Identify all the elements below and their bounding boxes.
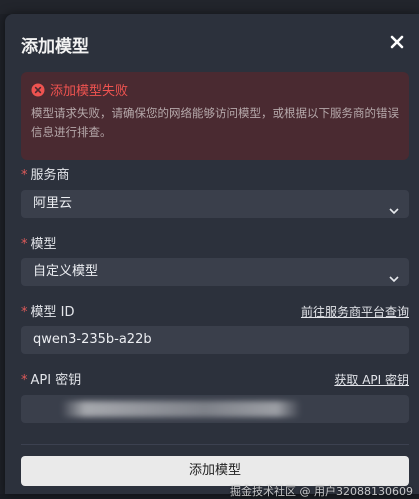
model-label-text: 模型 [30, 237, 57, 252]
api-key-label-text: API 密钥 [30, 373, 82, 388]
api-key-input[interactable] [21, 395, 409, 423]
alert-title: 添加模型失败 [50, 84, 129, 99]
add-model-button[interactable]: 添加模型 [21, 456, 409, 486]
provider-console-link[interactable]: 前往服务商平台查询 [301, 303, 409, 320]
model-id-label: * 模型 ID [21, 301, 74, 320]
chevron-down-icon [389, 199, 399, 215]
provider-label: * 服务商 [21, 164, 70, 183]
close-icon[interactable] [386, 31, 408, 53]
error-circle-icon [31, 82, 45, 97]
required-mark: * [21, 373, 28, 388]
provider-label-text: 服务商 [30, 168, 70, 183]
required-mark: * [21, 305, 28, 320]
error-alert: 添加模型失败 模型请求失败，请确保您的网络能够访问模型，或根据以下服务商的错误信… [21, 72, 409, 160]
chevron-down-icon [389, 267, 399, 283]
divider [21, 444, 409, 445]
alert-message: 模型请求失败，请确保您的网络能够访问模型，或根据以下服务商的错误信息进行排查。 [31, 106, 399, 139]
add-model-dialog: 添加模型 添加模型失败 模型请求失败，请确保您的网络能够访问模型，或根据以下服务… [5, 14, 419, 498]
get-api-key-link[interactable]: 获取 API 密钥 [334, 371, 409, 388]
redacted-api-key [61, 401, 301, 417]
model-value: 自定义模型 [33, 264, 99, 279]
required-mark: * [21, 237, 28, 252]
model-id-value: qwen3-235b-a22b [33, 332, 152, 347]
dialog-title: 添加模型 [21, 37, 89, 57]
model-id-label-text: 模型 ID [30, 305, 75, 320]
model-label: * 模型 [21, 233, 57, 252]
backdrop-header [0, 0, 419, 14]
required-mark: * [21, 168, 28, 183]
provider-value: 阿里云 [33, 196, 73, 211]
model-id-input[interactable]: qwen3-235b-a22b [21, 326, 409, 354]
api-key-label: * API 密钥 [21, 369, 81, 388]
model-select[interactable]: 自定义模型 [21, 258, 409, 286]
watermark: 掘金技术社区 @ 用户32088130609 [230, 485, 413, 498]
provider-select[interactable]: 阿里云 [21, 190, 409, 218]
